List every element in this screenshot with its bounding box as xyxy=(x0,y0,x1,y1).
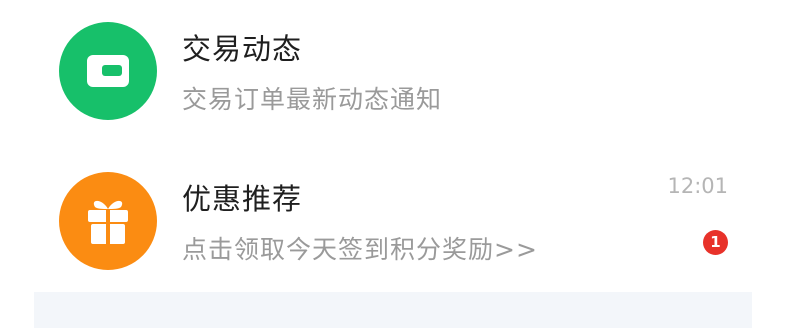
message-item-trade[interactable]: 交易动态 交易订单最新动态通知 xyxy=(0,0,801,150)
promo-avatar xyxy=(59,172,157,270)
gift-icon xyxy=(88,200,128,244)
message-subtitle: 交易订单最新动态通知 xyxy=(182,85,443,114)
message-title: 交易动态 xyxy=(182,32,303,66)
unread-badge: 1 xyxy=(703,230,728,255)
message-subtitle: 点击领取今天签到积分奖励>> xyxy=(182,235,538,264)
message-time: 12:01 xyxy=(667,174,728,198)
message-item-promo[interactable]: 优惠推荐 点击领取今天签到积分奖励>> 12:01 1 xyxy=(0,150,801,300)
bottom-panel xyxy=(34,292,752,328)
wallet-icon xyxy=(87,55,129,87)
trade-avatar xyxy=(59,22,157,120)
message-title: 优惠推荐 xyxy=(182,182,303,216)
